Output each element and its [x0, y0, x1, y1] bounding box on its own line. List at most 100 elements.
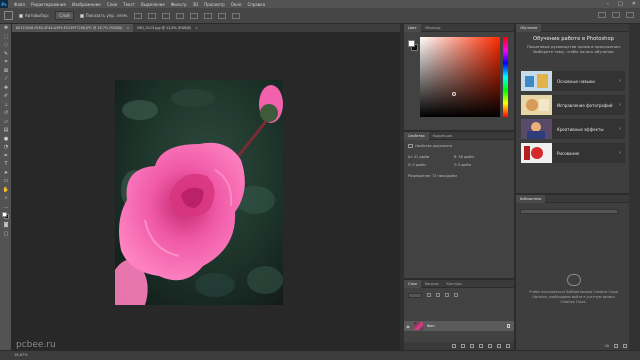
folder-icon[interactable] [488, 344, 492, 348]
tab-layers[interactable]: Слои [404, 279, 421, 288]
visibility-eye-icon[interactable]: ◉ [404, 324, 412, 329]
width-value[interactable]: 41 дюйм [414, 155, 429, 159]
filter-shape-icon[interactable] [454, 293, 458, 297]
document-image[interactable] [115, 80, 283, 305]
shape-tool-icon[interactable]: ▭ [0, 177, 12, 186]
align-middle-icon[interactable] [190, 12, 199, 19]
screen-mode-icon[interactable]: ▢ [0, 230, 12, 239]
filter-adjust-icon[interactable] [436, 293, 440, 297]
menu-edit[interactable]: Редактирование [31, 2, 66, 7]
menu-select[interactable]: Выделение [141, 2, 165, 7]
frame-tool-icon[interactable]: ⊠ [0, 67, 12, 76]
auto-select-checkbox[interactable] [19, 14, 23, 18]
adjustment-icon[interactable] [479, 344, 483, 348]
mask-icon[interactable] [470, 344, 474, 348]
tab-libraries[interactable]: Библиотеки [516, 194, 546, 203]
auto-select-option[interactable]: Автовыбор: [19, 13, 49, 18]
trash-icon[interactable] [506, 344, 510, 348]
align-center-icon[interactable] [148, 12, 157, 19]
show-controls-checkbox[interactable] [79, 14, 84, 18]
tab-color[interactable]: Цвет [404, 23, 421, 32]
align-bottom-icon[interactable] [204, 12, 213, 19]
share-icon[interactable] [626, 12, 634, 18]
collapsed-panel-strip[interactable] [629, 24, 640, 350]
learn-card-photo-fix[interactable]: Исправление фотографий › [521, 95, 625, 115]
hand-tool-icon[interactable]: ✋ [0, 186, 12, 195]
hue-slider[interactable] [503, 37, 508, 117]
minimize-button[interactable]: – [607, 1, 610, 7]
crop-tool-icon[interactable]: ⌗ [0, 58, 12, 67]
dodge-tool-icon[interactable]: ◔ [0, 143, 12, 152]
foreground-color-swatch[interactable] [2, 212, 7, 217]
menu-view[interactable]: Просмотр [204, 2, 225, 7]
picker-cursor[interactable] [452, 92, 456, 96]
more-tools-icon[interactable]: … [0, 203, 12, 212]
color-picker-field[interactable] [420, 37, 500, 117]
3d-mode-icon[interactable] [232, 12, 241, 19]
show-controls-option[interactable]: Показать упр. элем. [79, 13, 128, 18]
close-tab-icon[interactable]: × [195, 26, 198, 30]
tab-channels[interactable]: Каналы [421, 280, 443, 288]
close-button[interactable]: ✕ [632, 1, 636, 7]
color-swatches[interactable] [0, 211, 12, 221]
healing-tool-icon[interactable]: ✚ [0, 84, 12, 93]
align-left-icon[interactable] [134, 12, 143, 19]
new-layer-icon[interactable] [497, 344, 501, 348]
menu-file[interactable]: Файл [14, 2, 25, 7]
history-brush-icon[interactable]: ↺ [0, 109, 12, 118]
tab-properties[interactable]: Свойства [404, 131, 429, 140]
quick-select-tool-icon[interactable]: ✎ [0, 50, 12, 59]
layer-row[interactable]: ◉ Фон [404, 321, 514, 331]
close-tab-icon[interactable]: × [126, 26, 129, 30]
eyedropper-tool-icon[interactable]: ⁄ [0, 75, 12, 84]
layer-mode-select[interactable]: Слой [55, 11, 74, 20]
search-icon[interactable] [598, 12, 606, 18]
learn-card-painting[interactable]: Рисование › [521, 143, 625, 163]
x-value[interactable]: 0 дюйм [413, 163, 426, 167]
move-tool-icon[interactable]: ✥ [0, 24, 12, 33]
filter-pixel-icon[interactable] [427, 293, 431, 297]
brush-tool-icon[interactable]: ✐ [0, 92, 12, 101]
zoom-tool-icon[interactable]: ⌕ [0, 194, 12, 203]
foreground-color-chip[interactable] [408, 40, 415, 47]
align-top-icon[interactable] [176, 12, 185, 19]
layer-kind-filter[interactable] [408, 292, 422, 298]
tab-learn[interactable]: Обучение [516, 23, 542, 32]
trash-icon[interactable] [623, 344, 627, 348]
menu-image[interactable]: Изображение [72, 2, 101, 7]
workspace-icon[interactable] [612, 12, 620, 18]
marquee-tool-icon[interactable]: ⬚ [0, 33, 12, 42]
menu-3d[interactable]: 3D [193, 2, 199, 7]
canvas-area[interactable] [12, 32, 400, 350]
menu-filter[interactable]: Фильтр [171, 2, 187, 7]
distribute-icon[interactable] [218, 12, 227, 19]
menu-help[interactable]: Справка [247, 2, 265, 7]
document-tab[interactable]: IMG_0113.jpg @ 12,8% (RGB/8) × [133, 24, 202, 32]
maximize-button[interactable]: □ [618, 1, 623, 7]
y-value[interactable]: 0 дюйм [458, 163, 471, 167]
move-tool-icon[interactable] [4, 11, 13, 20]
path-select-icon[interactable]: ➤ [0, 169, 12, 178]
filter-type-icon[interactable] [445, 293, 449, 297]
zoom-level[interactable]: 16,67% [14, 353, 28, 357]
add-icon[interactable] [614, 344, 618, 348]
blur-tool-icon[interactable]: ● [0, 135, 12, 144]
tab-paths[interactable]: Контуры [442, 280, 466, 288]
align-right-icon[interactable] [162, 12, 171, 19]
tab-swatches[interactable]: Образцы [421, 24, 445, 32]
menu-window[interactable]: Окно [231, 2, 242, 7]
document-tab[interactable]: 80110006-FE63-4F44-A399-E5139F7206.JPG @… [12, 24, 134, 32]
learn-card-creative[interactable]: Креативные эффекты › [521, 119, 625, 139]
menu-type[interactable]: Текст [123, 2, 135, 7]
library-select[interactable] [520, 209, 618, 214]
menu-layers[interactable]: Слои [107, 2, 117, 7]
learn-card-basics[interactable]: Основные навыки › [521, 71, 625, 91]
quick-mask-icon[interactable]: ◙ [0, 221, 12, 230]
height-value[interactable]: 56 дюйм [459, 155, 474, 159]
type-tool-icon[interactable]: T [0, 160, 12, 169]
pen-tool-icon[interactable]: ✒ [0, 152, 12, 161]
tab-adjustments[interactable]: Коррекция [429, 132, 456, 140]
lasso-tool-icon[interactable]: ◌ [0, 41, 12, 50]
stamp-tool-icon[interactable]: ⊥ [0, 101, 12, 110]
layer-name[interactable]: Фон [427, 324, 435, 328]
